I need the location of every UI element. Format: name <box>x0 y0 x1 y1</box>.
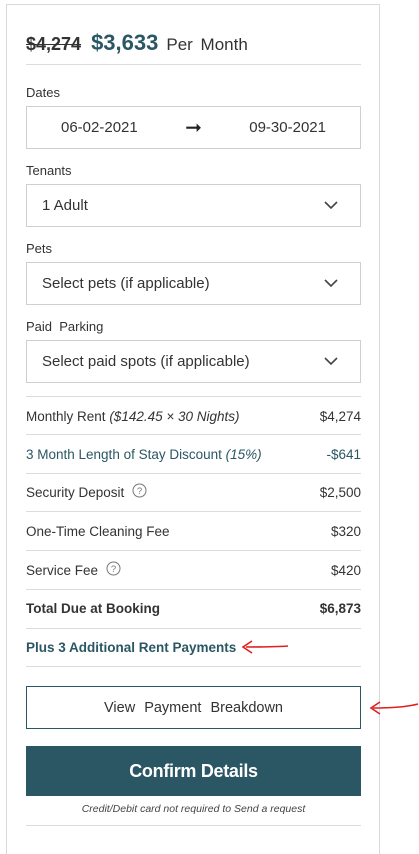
row-amount: $2,500 <box>319 484 361 500</box>
divider <box>26 589 361 590</box>
discount-row: 3 Month Length of Stay Discount (15%) -$… <box>26 444 361 464</box>
row-amount: $320 <box>330 523 361 539</box>
tenants-value: 1 Adult <box>42 197 88 214</box>
divider <box>26 666 361 667</box>
confirm-details-button[interactable]: Confirm Details <box>26 746 361 796</box>
row-amount: $6,873 <box>319 600 361 616</box>
additional-payments-text[interactable]: Plus 3 Additional Rent Payments <box>26 640 236 655</box>
tenants-label: Tenants <box>26 163 72 178</box>
help-icon[interactable]: ? <box>106 561 121 579</box>
help-icon[interactable]: ? <box>132 483 147 501</box>
divider <box>26 396 361 397</box>
start-date[interactable]: 06-02-2021 <box>61 119 138 136</box>
divider <box>26 511 361 512</box>
annotation-arrow-icon <box>241 640 289 654</box>
svg-text:?: ? <box>111 564 116 575</box>
row-label: Service Fee <box>26 562 99 578</box>
row-amount: $420 <box>330 562 361 578</box>
row-label: 3 Month Length of Stay Discount <box>26 446 222 462</box>
chevron-down-icon <box>316 275 346 292</box>
chevron-down-icon <box>316 353 346 370</box>
divider <box>26 628 361 629</box>
divider <box>26 434 361 435</box>
tenants-select[interactable]: 1 Adult <box>26 184 361 227</box>
original-price: $4,274 <box>26 34 82 54</box>
row-detail: (15%) <box>225 446 262 462</box>
parking-label: Paid Parking <box>26 319 104 334</box>
pets-select[interactable]: Select pets (if applicable) <box>26 262 361 305</box>
pets-label: Pets <box>26 241 53 256</box>
price-summary: $4,274 $3,633 Per Month <box>26 30 248 56</box>
divider <box>26 473 361 474</box>
cleaning-fee-row: One-Time Cleaning Fee $320 <box>26 521 361 541</box>
divider <box>26 825 361 826</box>
additional-payments-link[interactable]: Plus 3 Additional Rent Payments <box>26 637 361 657</box>
chevron-down-icon <box>316 197 346 214</box>
pets-placeholder: Select pets (if applicable) <box>42 275 210 292</box>
divider <box>26 550 361 551</box>
row-label: Security Deposit <box>26 484 125 500</box>
total-row: Total Due at Booking $6,873 <box>26 598 361 618</box>
row-detail: ($142.45 × 30 Nights) <box>109 408 240 424</box>
end-date[interactable]: 09-30-2021 <box>249 119 326 136</box>
security-deposit-row: Security Deposit ? $2,500 <box>26 482 361 502</box>
divider <box>26 64 361 65</box>
date-range-picker[interactable]: 06-02-2021 ➞ 09-30-2021 <box>26 106 361 149</box>
price-period: Per Month <box>166 35 248 54</box>
row-amount: $4,274 <box>319 408 361 424</box>
annotation-arrow-icon <box>369 701 419 715</box>
row-label: Monthly Rent <box>26 408 106 424</box>
svg-text:?: ? <box>137 486 142 497</box>
parking-select[interactable]: Select paid spots (if applicable) <box>26 340 361 383</box>
current-price: $3,633 <box>91 30 159 55</box>
view-payment-breakdown-button[interactable]: View Payment Breakdown <box>26 686 361 729</box>
arrow-right-icon: ➞ <box>185 117 202 139</box>
row-label: One-Time Cleaning Fee <box>26 523 170 539</box>
parking-placeholder: Select paid spots (if applicable) <box>42 353 250 370</box>
row-amount: -$641 <box>326 446 361 462</box>
row-label: Total Due at Booking <box>26 600 160 616</box>
monthly-rent-row: Monthly Rent ($142.45 × 30 Nights) $4,27… <box>26 406 361 426</box>
dates-label: Dates <box>26 85 60 100</box>
service-fee-row: Service Fee ? $420 <box>26 560 361 580</box>
footnote: Credit/Debit card not required to Send a… <box>81 803 306 815</box>
